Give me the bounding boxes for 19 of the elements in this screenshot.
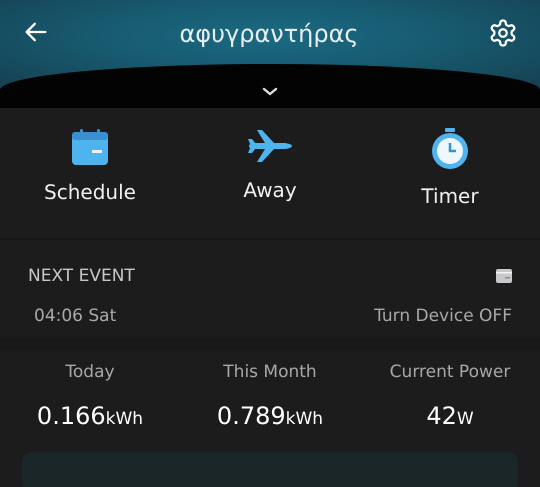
event-time: 04:06 Sat: [34, 306, 116, 326]
stat-label: This Month: [223, 362, 317, 382]
stat-label: Current Power: [390, 362, 510, 382]
device-title: αφυγραντήρας: [179, 20, 358, 48]
chevron-down-icon[interactable]: [262, 87, 278, 96]
stopwatch-icon: [431, 128, 469, 170]
calendar-icon: [71, 128, 109, 166]
stat-value: 0.789kWh: [216, 402, 324, 430]
airplane-icon: [247, 128, 293, 164]
stat-value: 0.166kWh: [36, 402, 144, 430]
mode-button[interactable]: Schedule: [0, 108, 180, 238]
mode-button[interactable]: Away: [180, 108, 360, 238]
stat-label: Today: [65, 362, 115, 382]
settings-icon[interactable]: [488, 18, 518, 48]
event-action: Turn Device OFF: [374, 306, 512, 326]
mode-button[interactable]: Timer: [360, 108, 540, 238]
calendar-icon[interactable]: [496, 269, 512, 283]
stat-value: 42W: [426, 402, 474, 430]
section-heading: NEXT EVENT: [28, 266, 135, 286]
